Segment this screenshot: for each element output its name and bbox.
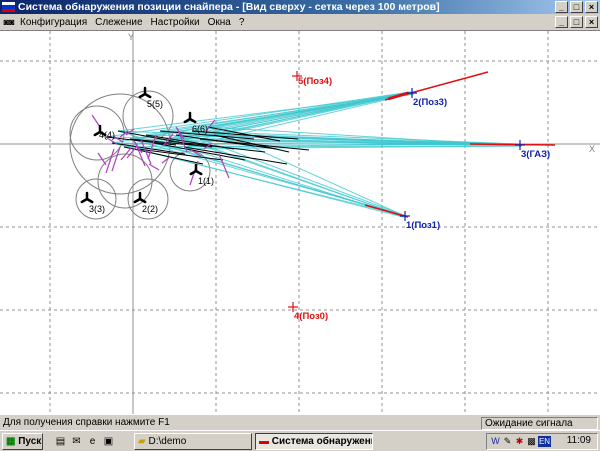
menu-windows[interactable]: Окна <box>204 17 235 28</box>
fan-line <box>91 114 101 128</box>
red-ray <box>364 204 409 218</box>
status-state: Ожидание сигнала <box>481 417 598 430</box>
grid <box>0 31 600 414</box>
fan-line <box>161 156 171 164</box>
beam-line <box>199 138 407 217</box>
sensor-marker: 6(6) <box>183 111 208 134</box>
y-axis-label: Y <box>128 32 134 42</box>
beam-line <box>137 148 404 218</box>
ie-icon[interactable]: e <box>86 435 99 448</box>
top-view-plot[interactable]: Y X 1(1) 2(2) 3(3) 4(4) 5(5) 6(6) 5(Поз4) 2(По… <box>0 30 600 414</box>
sensor-label: 6(6) <box>192 124 208 134</box>
sensor-marker: 2(2) <box>133 191 158 214</box>
sensor-marker: 3(3) <box>80 191 105 214</box>
show-desktop-icon[interactable]: ▤ <box>54 435 67 448</box>
menu-bar: ◙◙ Конфигурация Слежение Настройки Окна … <box>0 14 600 30</box>
windows-logo-icon: ▦ <box>6 436 16 447</box>
sensor-marker: 4(4) <box>93 124 115 140</box>
tray-w-icon[interactable]: W <box>490 436 501 447</box>
sensor-label: 3(3) <box>89 204 105 214</box>
menu-configuration[interactable]: Конфигурация <box>16 17 91 28</box>
task-demo-label: D:\demo <box>148 436 187 447</box>
sensor-blade <box>138 92 147 99</box>
sensor-marker: 1(1) <box>189 163 214 186</box>
russian-flag-icon <box>2 2 15 12</box>
folder-icon: ▰ <box>138 436 146 447</box>
target-label: 5(Поз4) <box>298 76 332 87</box>
child-restore-button[interactable]: □ <box>570 16 583 28</box>
start-button[interactable]: ▦ Пуск <box>2 433 43 450</box>
tray-signal-icon[interactable]: ✱ <box>514 436 525 447</box>
axes: Y X <box>0 31 600 414</box>
start-label: Пуск <box>18 436 42 447</box>
binoculars-icon[interactable]: ◙◙ <box>2 16 16 28</box>
child-minimize-button[interactable]: _ <box>555 16 568 28</box>
plot-canvas: Y X 1(1) 2(2) 3(3) 4(4) 5(5) 6(6) 5(Поз4) 2(По… <box>0 31 600 414</box>
maximize-button[interactable]: □ <box>570 1 583 13</box>
task-demo-folder[interactable]: ▰ D:\demo <box>134 433 252 450</box>
task-sniper-label: Система обнаружени... <box>271 436 372 447</box>
menu-help[interactable]: ? <box>235 17 249 28</box>
window-title: Система обнаружения позиции снайпера - [… <box>18 1 440 13</box>
sensor-blade <box>80 197 89 204</box>
target-marker: 5(Поз4) <box>292 71 332 87</box>
target-marker: 4(Поз0) <box>288 302 328 322</box>
fan-line <box>148 163 160 171</box>
tray-network-icon[interactable]: ▩ <box>526 436 537 447</box>
red-ray <box>469 143 556 146</box>
sensor-label: 2(2) <box>142 204 158 214</box>
menu-tracking[interactable]: Слежение <box>91 17 146 28</box>
target-marker: 3(ГАЗ) <box>515 140 550 160</box>
status-bar: Для получения справки нажмите F1 Ожидани… <box>0 414 600 430</box>
sensor-label: 1(1) <box>198 176 214 186</box>
child-close-button[interactable]: × <box>585 16 598 28</box>
target-label: 1(Поз1) <box>406 220 440 231</box>
target-label: 3(ГАЗ) <box>521 149 550 160</box>
beam-line <box>213 91 411 136</box>
media-icon[interactable]: ▣ <box>102 435 115 448</box>
sensor-blade <box>133 197 142 204</box>
outlook-icon[interactable]: ✉ <box>70 435 83 448</box>
target-marker: 2(Поз3) <box>407 88 447 108</box>
beam-line <box>207 93 415 128</box>
target-label: 4(Поз0) <box>294 311 328 322</box>
taskbar: ▦ Пуск ▤ ✉ e ▣ ▰ D:\demo ▬ Система обнар… <box>0 430 600 451</box>
window-titlebar[interactable]: Система обнаружения позиции снайпера - [… <box>0 0 600 14</box>
minimize-button[interactable]: _ <box>555 1 568 13</box>
system-tray: W ✎ ✱ ▩ EN 11:09 <box>486 433 598 450</box>
sensor-blade <box>189 169 198 176</box>
x-axis-label: X <box>589 144 595 154</box>
target-marker: 1(Поз1) <box>400 211 440 231</box>
sensor-label: 5(5) <box>147 99 163 109</box>
app-flag-icon: ▬ <box>259 436 269 447</box>
status-help: Для получения справки нажмите F1 <box>3 417 170 428</box>
tray-tools-icon[interactable]: ✎ <box>502 436 513 447</box>
menu-settings[interactable]: Настройки <box>147 17 204 28</box>
sensor-label: 4(4) <box>99 130 115 140</box>
language-indicator[interactable]: EN <box>538 436 551 447</box>
target-label: 2(Поз3) <box>413 97 447 108</box>
close-button[interactable]: × <box>585 1 598 13</box>
task-sniper-app[interactable]: ▬ Система обнаружени... <box>255 433 373 450</box>
clock: 11:09 <box>566 435 591 446</box>
